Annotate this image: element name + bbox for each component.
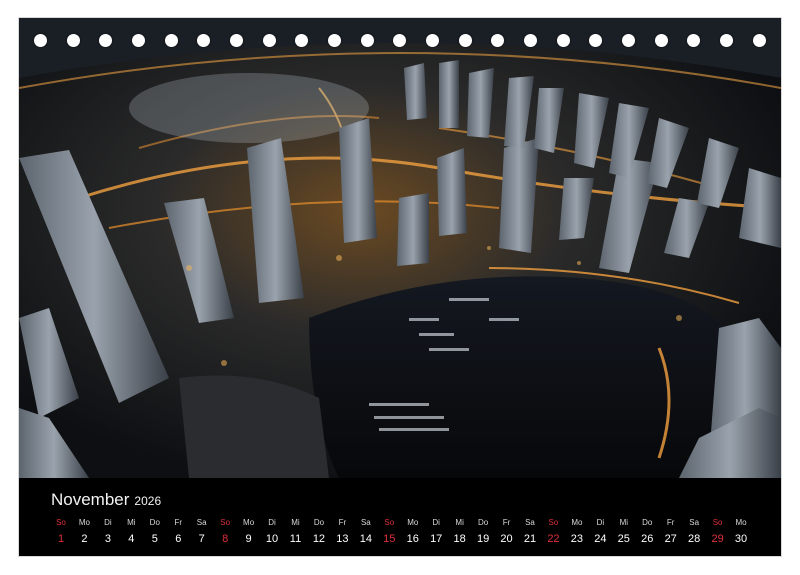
day-cell: Mo 30	[727, 518, 755, 546]
binding-hole	[361, 34, 374, 47]
binding-hole	[557, 34, 570, 47]
binding-hole	[197, 34, 210, 47]
binding-hole	[720, 34, 733, 47]
binding-hole	[328, 34, 341, 47]
binding-hole	[295, 34, 308, 47]
day-grid: So 1 Mo 2 Di 3 Mi 4 Do 5 Fr 6 Sa 7 So 8 Mo 9 Di 10 Mi 11 Do 12 F…	[47, 518, 767, 552]
binding-hole	[687, 34, 700, 47]
binding-hole	[491, 34, 504, 47]
calendar-title: November 2026	[51, 490, 161, 510]
binding-hole	[165, 34, 178, 47]
year-label: 2026	[134, 494, 162, 508]
binding-hole	[230, 34, 243, 47]
city-night-photo	[19, 18, 781, 478]
binding-hole	[622, 34, 635, 47]
binding-hole	[655, 34, 668, 47]
weekday-label: Mo	[735, 518, 747, 527]
binding-hole	[67, 34, 80, 47]
day-number: 30	[734, 533, 748, 545]
binding-hole	[524, 34, 537, 47]
binding-hole	[753, 34, 766, 47]
month-label: November	[51, 490, 130, 509]
binding-hole	[589, 34, 602, 47]
binding-hole	[426, 34, 439, 47]
binding-hole	[459, 34, 472, 47]
binding-holes	[19, 34, 781, 48]
binding-hole	[263, 34, 276, 47]
binding-hole	[393, 34, 406, 47]
calendar-strip: November 2026 So 1 Mo 2 Di 3 Mi 4 Do 5 Fr 6 Sa 7 So 8 Mo 9…	[19, 478, 781, 556]
calendar-sheet: November 2026 So 1 Mo 2 Di 3 Mi 4 Do 5 Fr 6 Sa 7 So 8 Mo 9…	[19, 18, 781, 556]
binding-hole	[99, 34, 112, 47]
binding-hole	[34, 34, 47, 47]
binding-hole	[132, 34, 145, 47]
